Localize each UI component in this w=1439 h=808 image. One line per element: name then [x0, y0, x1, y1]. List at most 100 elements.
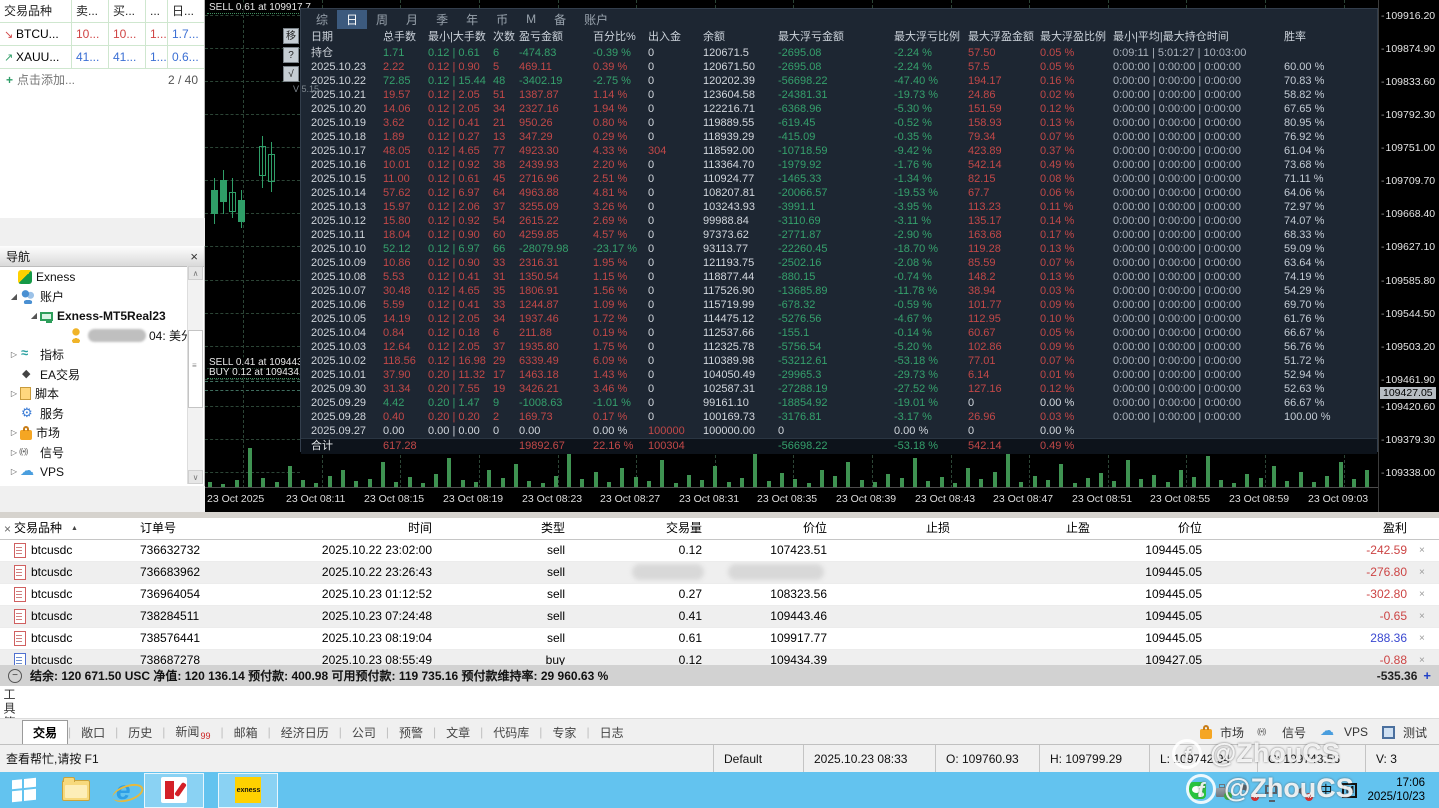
- trade-column-header[interactable]: 订单号: [118, 518, 305, 539]
- close-icon[interactable]: ×: [190, 249, 198, 264]
- chart-period-周[interactable]: 周: [367, 10, 397, 29]
- chart-period-账户[interactable]: 账户: [575, 10, 617, 29]
- position-row[interactable]: btcusdc 736632732 2025.10.22 23:02:00 sell 0…: [0, 540, 1439, 562]
- toolbox-tab-文章[interactable]: 文章: [436, 721, 480, 744]
- close-position-icon[interactable]: ×: [1415, 606, 1439, 627]
- navigator-item[interactable]: ▷ VPS: [0, 462, 204, 482]
- chart-period-年[interactable]: 年: [457, 10, 487, 29]
- navigator-item[interactable]: ◢ 账户: [0, 287, 204, 307]
- scroll-down-icon[interactable]: ∨: [188, 470, 203, 484]
- stats-cell: 31.34: [383, 383, 411, 395]
- navigator-item[interactable]: ▷ 指标: [0, 345, 204, 365]
- stats-cell: 4.33 %: [593, 145, 628, 157]
- navigator-item[interactable]: 04: 美分: [0, 326, 204, 346]
- toolbox-tab-专家[interactable]: 专家: [542, 721, 586, 744]
- trade-column-header[interactable]: 时间: [305, 518, 440, 539]
- navigator-item[interactable]: EA交易: [0, 365, 204, 385]
- market-watch-column-header[interactable]: 买...: [109, 0, 146, 22]
- market-watch-column-header[interactable]: 交易品种: [0, 0, 72, 22]
- toolbox-quick-测试[interactable]: 测试: [1381, 724, 1427, 741]
- chart-period-月[interactable]: 月: [397, 10, 427, 29]
- market-watch-column-header[interactable]: 卖...: [72, 0, 109, 22]
- file-explorer-icon[interactable]: [62, 776, 90, 801]
- usb-device-icon[interactable]: [1216, 783, 1233, 800]
- position-row[interactable]: btcusdc 738284511 2025.10.23 07:24:48 sell 0…: [0, 606, 1439, 628]
- scrollbar-thumb[interactable]: [188, 330, 203, 408]
- chart-period-币[interactable]: 币: [487, 10, 517, 29]
- toolbox-tab-敞口[interactable]: 敞口: [71, 721, 115, 744]
- internet-explorer-icon[interactable]: e: [116, 777, 130, 803]
- check-button[interactable]: √: [283, 66, 299, 82]
- wechat-icon[interactable]: [1189, 781, 1207, 799]
- toolbox-quick-VPS[interactable]: VPS: [1320, 722, 1368, 740]
- m-tray-icon[interactable]: M: [1342, 782, 1358, 798]
- input-language-indicator[interactable]: 中: [1319, 782, 1332, 799]
- tree-expand-icon[interactable]: ▷: [8, 467, 20, 476]
- scroll-up-icon[interactable]: ∧: [188, 266, 203, 280]
- add-symbol-button[interactable]: + 点击添加...: [6, 69, 75, 91]
- navigator-item[interactable]: Exness: [0, 267, 204, 287]
- taskbar-app-red-p[interactable]: [144, 772, 205, 808]
- toolbox-tab-代码库[interactable]: 代码库: [483, 721, 539, 744]
- position-row[interactable]: btcusdc 736683962 2025.10.22 23:26:43 sell 1…: [0, 562, 1439, 584]
- close-position-icon[interactable]: ×: [1415, 540, 1439, 561]
- taskbar-app-exness[interactable]: exness: [218, 772, 279, 808]
- toolbox-tab-经济日历[interactable]: 经济日历: [271, 721, 339, 744]
- navigator-item[interactable]: ▷ 市场: [0, 423, 204, 443]
- taskbar-clock[interactable]: 17:06 2025/10/23: [1367, 776, 1431, 805]
- tree-expand-icon[interactable]: ◢: [28, 311, 40, 320]
- start-button[interactable]: [12, 777, 36, 803]
- tree-expand-icon[interactable]: ▷: [8, 350, 20, 359]
- toolbox-quick-信号[interactable]: 信号: [1257, 724, 1306, 741]
- toolbox-tab-公司[interactable]: 公司: [342, 721, 386, 744]
- navigator-item[interactable]: 服务: [0, 404, 204, 424]
- navigator-item[interactable]: ◢ Exness-MT5Real23: [0, 306, 204, 326]
- navigator-scrollbar[interactable]: ∧ ∨: [187, 266, 203, 484]
- market-watch-column-header[interactable]: 日...: [168, 0, 204, 22]
- chart-period-季[interactable]: 季: [427, 10, 457, 29]
- trade-column-header[interactable]: 止损: [835, 518, 958, 539]
- close-position-icon[interactable]: ×: [1415, 584, 1439, 605]
- toolbox-tab-历史[interactable]: 历史: [118, 721, 162, 744]
- close-position-icon[interactable]: ×: [1415, 562, 1439, 583]
- trade-column-header[interactable]: 交易量: [573, 518, 710, 539]
- trade-column-header[interactable]: 交易品种 ▲: [0, 518, 118, 539]
- position-row[interactable]: btcusdc 738576441 2025.10.23 08:19:04 sell 0…: [0, 628, 1439, 650]
- toolbox-tab-预警[interactable]: 预警: [389, 721, 433, 744]
- trade-column-header[interactable]: 价位: [710, 518, 835, 539]
- trade-column-header[interactable]: 价位: [1098, 518, 1210, 539]
- network-icon[interactable]: [1265, 782, 1282, 799]
- tree-expand-icon[interactable]: ▷: [8, 428, 20, 437]
- chart-period-备[interactable]: 备: [545, 10, 575, 29]
- trade-column-header[interactable]: 类型: [440, 518, 573, 539]
- position-row[interactable]: btcusdc 736964054 2025.10.23 01:12:52 sell 0…: [0, 584, 1439, 606]
- navigator-item[interactable]: ▷信号: [0, 443, 204, 463]
- trade-column-header[interactable]: 盈利: [1210, 518, 1415, 539]
- close-position-icon[interactable]: ×: [1415, 628, 1439, 649]
- market-watch-row[interactable]: ↗ XAUU... 41... 41... 1... 0.6...: [0, 46, 204, 69]
- toolbox-tab-新闻[interactable]: 新闻99: [165, 720, 220, 744]
- stats-cell: 0.40: [383, 411, 405, 423]
- collapse-icon[interactable]: −: [8, 668, 22, 683]
- tree-expand-icon[interactable]: ▷: [8, 389, 20, 398]
- navigator-item[interactable]: ▷ 脚本: [0, 384, 204, 404]
- toolbox-tab-日志[interactable]: 日志: [590, 721, 634, 744]
- toolbox-tab-交易[interactable]: 交易: [22, 719, 69, 745]
- market-watch-column-header[interactable]: ...: [146, 0, 168, 22]
- chart-period-综[interactable]: 综: [307, 10, 337, 29]
- market-watch-row[interactable]: ↘ BTCU... 10... 10... 1... 1.7...: [0, 23, 204, 46]
- toolbox-quick-市场[interactable]: 市场: [1199, 724, 1244, 741]
- expand-icon[interactable]: +: [1423, 668, 1431, 683]
- stats-cell: 1.94 %: [593, 103, 628, 115]
- trade-column-header[interactable]: 止盈: [958, 518, 1098, 539]
- move-button[interactable]: 移: [283, 28, 299, 44]
- chart-area[interactable]: SELL 0.61 at 109917.7 SELL 0.41 at 10944…: [205, 0, 1378, 512]
- toolbox-tab-邮箱[interactable]: 邮箱: [224, 721, 268, 744]
- close-icon[interactable]: ×: [4, 522, 11, 536]
- chart-period-M[interactable]: M: [517, 11, 545, 27]
- chart-period-日[interactable]: 日: [337, 9, 368, 29]
- volume-muted-icon[interactable]: x: [1292, 782, 1314, 801]
- tree-expand-icon[interactable]: ◢: [8, 292, 20, 301]
- help-button[interactable]: ?: [283, 47, 299, 63]
- flag-alert-icon[interactable]: x: [1238, 781, 1260, 801]
